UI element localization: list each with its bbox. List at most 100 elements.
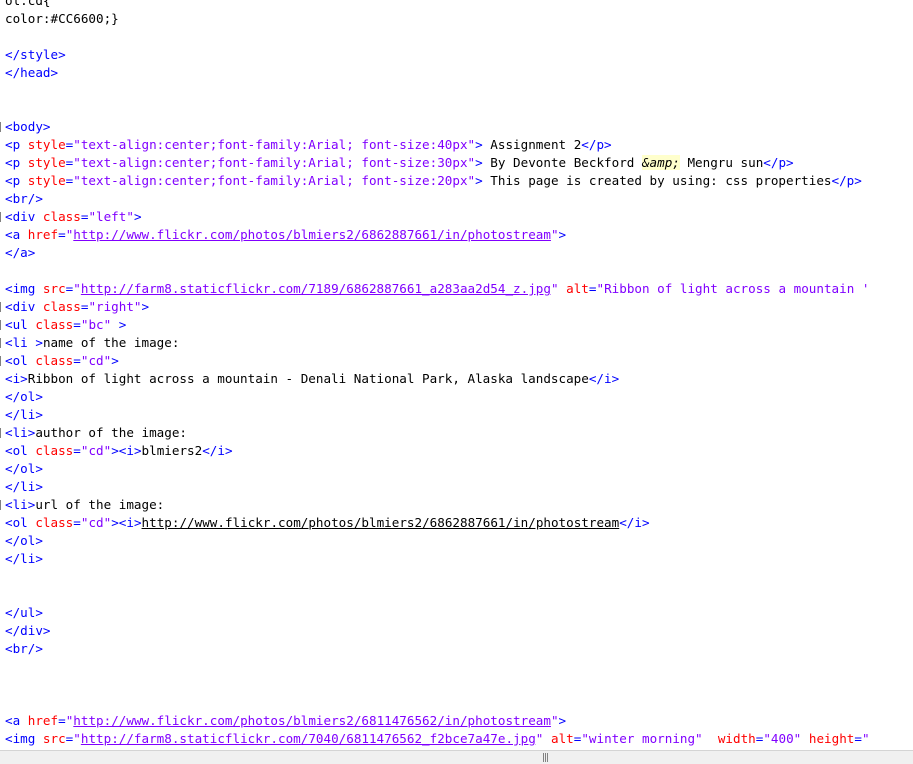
code-line[interactable]: <p style="text-align:center;font-family:… (5, 136, 612, 154)
code-token: = (73, 515, 81, 530)
code-line[interactable]: <div class="left"> (5, 208, 142, 226)
code-line[interactable]: <li>author of the image: (5, 424, 187, 442)
code-token: <ol (5, 515, 36, 530)
code-token: class (35, 443, 74, 458)
code-line[interactable]: <ol class="cd"><i>blmiers2</i> (5, 442, 233, 460)
code-token: name of the image: (42, 335, 180, 350)
code-line[interactable]: <img src="http://farm8.staticflickr.com/… (5, 280, 869, 298)
code-line[interactable]: </li> (5, 406, 43, 424)
code-token: </i> (588, 371, 620, 386)
code-line[interactable]: </head> (5, 64, 58, 82)
code-token: </ol> (5, 533, 43, 548)
code-token[interactable]: http://farm8.staticflickr.com/7040/68114… (81, 731, 536, 746)
code-token: href (27, 227, 59, 242)
code-token: <p (5, 137, 28, 152)
code-line[interactable]: <br/> (5, 190, 43, 208)
code-line[interactable]: </ol> (5, 532, 43, 550)
code-line[interactable]: </li> (5, 550, 43, 568)
code-token: <ol (5, 443, 36, 458)
code-line[interactable]: <br/> (5, 640, 43, 658)
code-token: <li> (5, 497, 36, 512)
code-token: </div> (5, 623, 51, 638)
code-line[interactable]: <p style="text-align:center;font-family:… (5, 154, 794, 172)
code-token: = (854, 731, 862, 746)
code-token: </p> (831, 173, 862, 188)
code-token: class (35, 317, 74, 332)
code-token: "cd" (80, 515, 112, 530)
code-token: <p (5, 173, 28, 188)
code-token: color:#CC6600;} (5, 11, 119, 26)
code-token[interactable]: http://www.flickr.com/photos/blmiers2/68… (142, 515, 620, 530)
code-editor[interactable]: ol.cd{color:#CC6600;} </style> </head> <bod… (0, 0, 913, 750)
code-line[interactable]: <ol class="cd"> (5, 352, 119, 370)
code-token: " (550, 713, 559, 728)
code-token[interactable]: http://www.flickr.com/photos/blmiers2/68… (73, 713, 551, 728)
code-token: " (861, 731, 870, 746)
code-token: alt (566, 281, 589, 296)
code-token: </li> (5, 407, 43, 422)
code-token: " (550, 227, 559, 242)
code-token: class (42, 299, 81, 314)
code-token: <div (5, 299, 43, 314)
code-token: > (475, 173, 483, 188)
code-line[interactable]: <li>url of the image: (5, 496, 164, 514)
code-line[interactable]: <i>Ribbon of light across a mountain - D… (5, 370, 619, 388)
code-token: = (73, 317, 81, 332)
code-token: style (27, 137, 66, 152)
scrollbar-grip-icon[interactable]: ||| (542, 754, 549, 763)
code-token: &amp; (641, 155, 680, 170)
code-token: This page is created by using: css prope… (482, 173, 832, 188)
code-token: </ol> (5, 461, 43, 476)
code-token: <i> (5, 371, 28, 386)
code-line[interactable]: <a href= "http://www.flickr.com/photos/bl… (5, 712, 566, 730)
code-token: > (141, 299, 150, 314)
code-line[interactable]: <img src="http://farm8.staticflickr.com/… (5, 730, 870, 748)
code-token: = (73, 353, 81, 368)
code-token: <img (5, 281, 43, 296)
code-token: </i> (202, 443, 233, 458)
code-token: > (558, 713, 567, 728)
code-token: </head> (5, 65, 59, 80)
code-token: > (475, 137, 483, 152)
code-line[interactable]: <a href= "http://www.flickr.com/photos/bl… (5, 226, 566, 244)
code-token: > (475, 155, 483, 170)
horizontal-scrollbar[interactable]: ||| (0, 750, 913, 764)
code-token: Mengru sun (679, 155, 764, 170)
code-token: = (73, 443, 81, 458)
code-line[interactable]: </div> (5, 622, 51, 640)
code-token: <br/> (5, 641, 43, 656)
code-line[interactable]: <ol class="cd"><i>http://www.flickr.com/… (5, 514, 650, 532)
code-token: class (35, 353, 74, 368)
code-token: </i> (619, 515, 650, 530)
code-token: <ul (5, 317, 36, 332)
code-token: </style> (5, 47, 66, 62)
code-line[interactable]: <p style="text-align:center;font-family:… (5, 172, 862, 190)
code-token: Assignment 2 (482, 137, 582, 152)
code-token: width (717, 731, 756, 746)
code-line[interactable]: color:#CC6600;} (5, 10, 119, 28)
code-token: = (58, 227, 66, 242)
code-line[interactable]: ol.cd{ (5, 0, 51, 10)
code-token: </p> (581, 137, 612, 152)
code-line[interactable]: </ol> (5, 388, 43, 406)
code-line[interactable]: </li> (5, 478, 43, 496)
code-line[interactable]: <ul class="bc" > (5, 316, 126, 334)
code-token: "right" (88, 299, 142, 314)
code-token: By Devonte Beckford (482, 155, 642, 170)
code-token: blmiers2 (141, 443, 203, 458)
code-token: ><i> (111, 443, 142, 458)
code-line[interactable]: </style> (5, 46, 66, 64)
code-token[interactable]: http://farm8.staticflickr.com/7189/68628… (81, 281, 551, 296)
code-token: = (58, 713, 66, 728)
code-token: " (73, 281, 81, 296)
code-token[interactable]: http://www.flickr.com/photos/blmiers2/68… (73, 227, 551, 242)
code-line[interactable]: <body> (5, 118, 51, 136)
code-line[interactable]: </a> (5, 244, 35, 262)
code-line[interactable]: </ol> (5, 460, 43, 478)
code-line[interactable]: <li >name of the image: (5, 334, 179, 352)
code-line[interactable]: </ul> (5, 604, 43, 622)
code-token: <p (5, 155, 28, 170)
code-line[interactable]: <div class="right"> (5, 298, 149, 316)
